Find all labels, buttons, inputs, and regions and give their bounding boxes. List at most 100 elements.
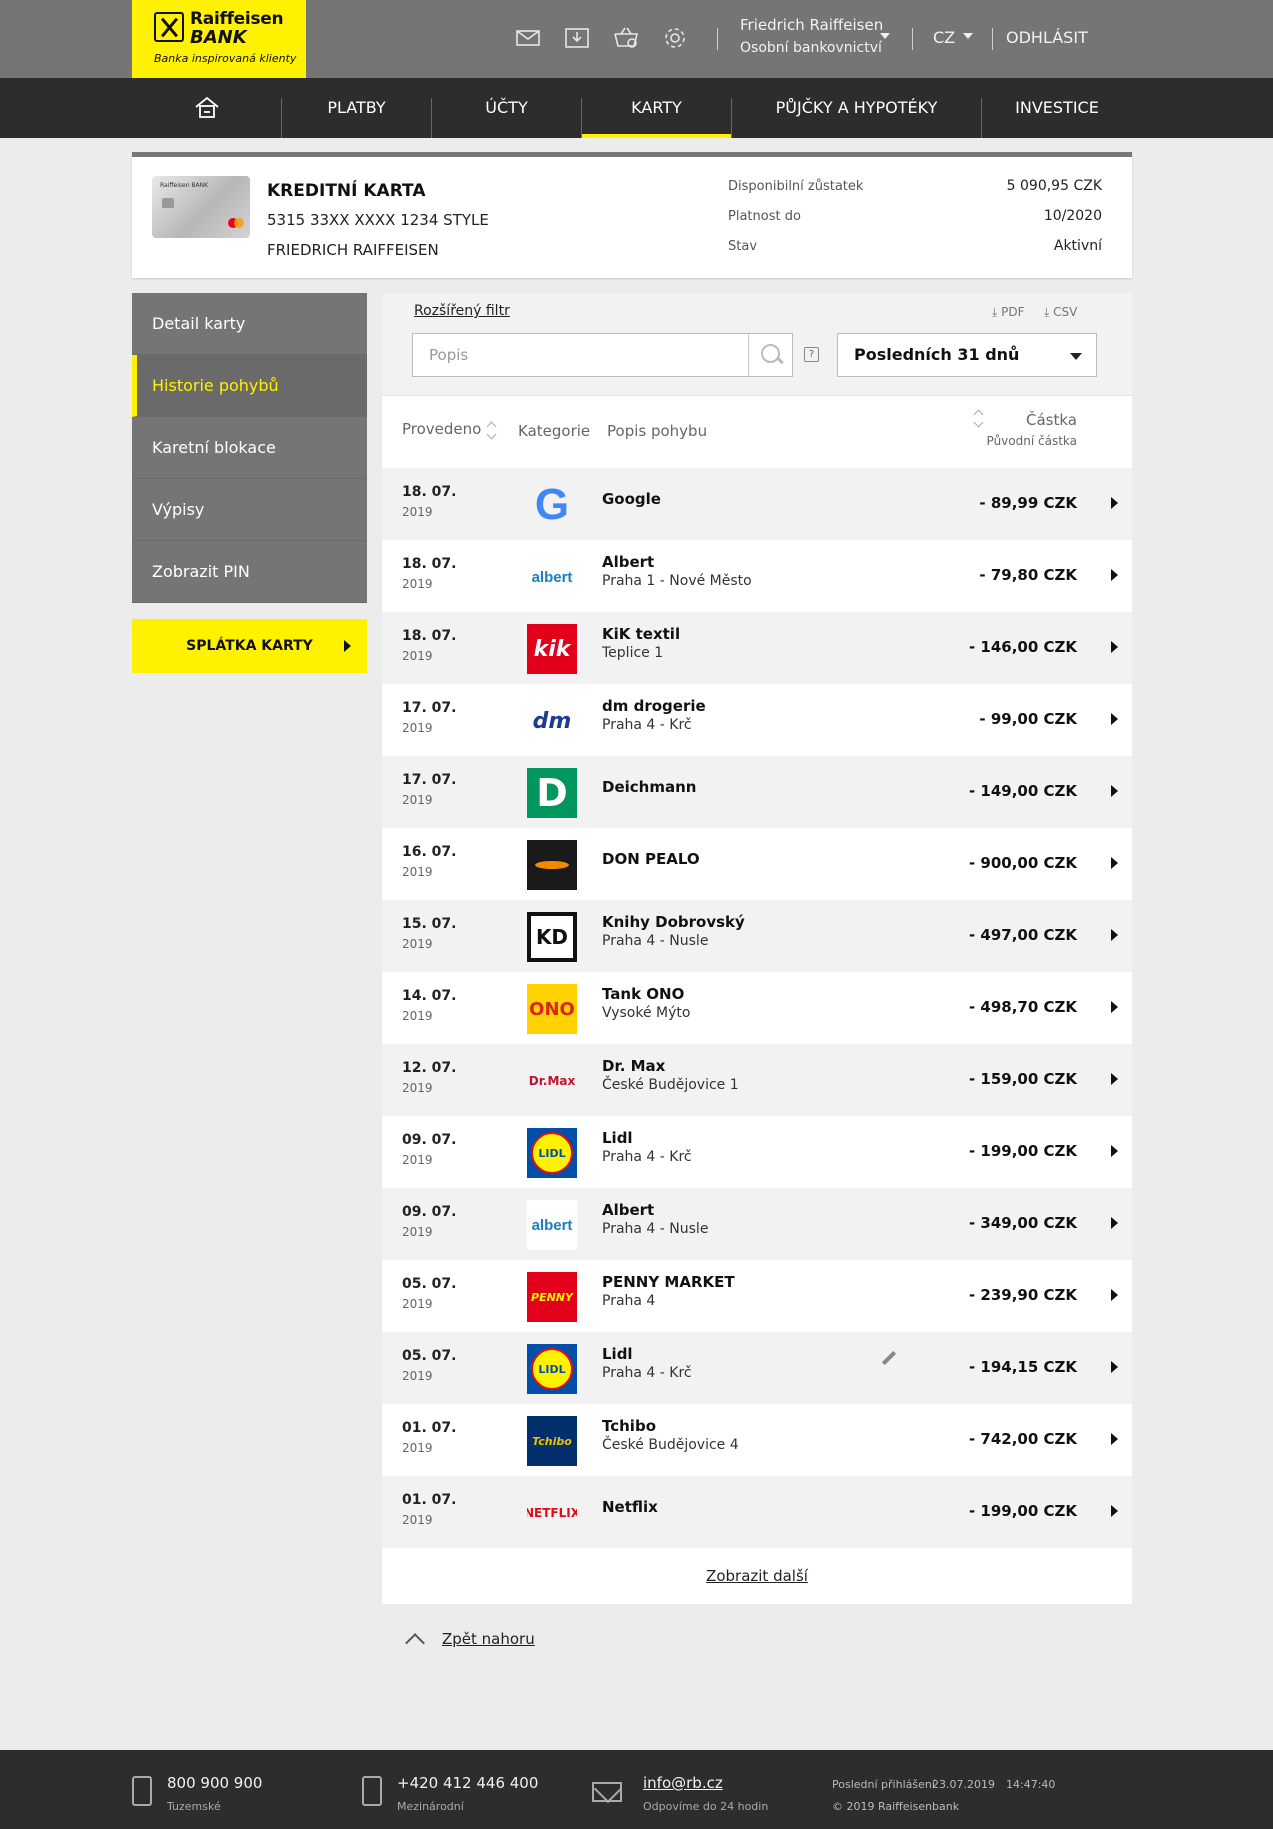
nav-karty[interactable]: KARTY bbox=[582, 78, 731, 138]
logout-button[interactable]: ODHLÁSIT bbox=[1006, 28, 1088, 47]
nav-investice[interactable]: INVESTICE bbox=[982, 78, 1132, 138]
transaction-year: 2019 bbox=[402, 577, 433, 591]
chevron-down-icon bbox=[1070, 353, 1082, 360]
table-row[interactable]: 09. 07. 2019 albert Albert Praha 4 - Nusle - … bbox=[382, 1188, 1132, 1260]
phone-international-label: Mezinárodní bbox=[397, 1800, 464, 1813]
arrow-right-icon[interactable] bbox=[1111, 857, 1118, 869]
lidl-logo-icon: LIDL bbox=[527, 1128, 577, 1178]
user-name[interactable]: Friedrich Raiffeisen bbox=[740, 16, 883, 34]
settings-icon[interactable] bbox=[662, 26, 688, 50]
card-number: 5315 33XX XXXX 1234 STYLE bbox=[267, 211, 489, 229]
card-image: Raiffeisen BANK bbox=[152, 176, 250, 238]
table-row[interactable]: 01. 07. 2019 NETFLIX Netflix - 199,00 CZK bbox=[382, 1476, 1132, 1548]
table-row[interactable]: 18. 07. 2019 G Google - 89,99 CZK bbox=[382, 468, 1132, 540]
basket-icon[interactable] bbox=[613, 26, 639, 50]
drmax-logo-icon: Dr.Max bbox=[527, 1056, 577, 1106]
arrow-right-icon[interactable] bbox=[1111, 1433, 1118, 1445]
merchant-place: Praha 4 - Krč bbox=[602, 1365, 692, 1381]
merchant-name: Lidl bbox=[602, 1345, 633, 1363]
arrow-right-icon[interactable] bbox=[1111, 1289, 1118, 1301]
export-pdf-button[interactable]: ⤓ PDF bbox=[992, 305, 1025, 320]
merchant-place: České Budějovice 1 bbox=[602, 1077, 739, 1093]
last-login-date: 23.07.2019 bbox=[932, 1778, 995, 1791]
ono-logo-icon: ONO bbox=[527, 984, 577, 1034]
show-more-link[interactable]: Zobrazit další bbox=[382, 1548, 1132, 1604]
sidebar-item-detail[interactable]: Detail karty bbox=[132, 293, 367, 355]
table-row[interactable]: 16. 07. 2019 DON PEALO - 900,00 CZK bbox=[382, 828, 1132, 900]
transaction-year: 2019 bbox=[402, 865, 433, 879]
sidebar-item-history[interactable]: Historie pohybů bbox=[132, 355, 367, 417]
table-row[interactable]: 12. 07. 2019 Dr.Max Dr. Max České Budějovice… bbox=[382, 1044, 1132, 1116]
nav-pujcky[interactable]: PŮJČKY A HYPOTÉKY bbox=[732, 78, 981, 138]
download-icon[interactable] bbox=[564, 26, 590, 50]
header-amount[interactable]: Částka bbox=[1026, 411, 1077, 429]
table-row[interactable]: 15. 07. 2019 KD Knihy Dobrovský Praha 4 - Nu… bbox=[382, 900, 1132, 972]
arrow-right-icon[interactable] bbox=[1111, 785, 1118, 797]
nav-home[interactable] bbox=[132, 78, 282, 138]
sidebar-item-statements[interactable]: Výpisy bbox=[132, 479, 367, 541]
transaction-date: 18. 07. bbox=[402, 484, 457, 500]
table-row[interactable]: 09. 07. 2019 LIDL Lidl Praha 4 - Krč - 199,00… bbox=[382, 1116, 1132, 1188]
search-icon[interactable] bbox=[748, 334, 792, 376]
sort-icon[interactable] bbox=[488, 420, 496, 440]
footer: 800 900 900 Tuzemské +420 412 446 400 Me… bbox=[0, 1750, 1273, 1829]
table-row[interactable]: 18. 07. 2019 albert Albert Praha 1 - Nové Mě… bbox=[382, 540, 1132, 612]
header-divider bbox=[992, 28, 993, 50]
arrow-right-icon[interactable] bbox=[1111, 1001, 1118, 1013]
advanced-filter-link[interactable]: Rozšířený filtr bbox=[414, 303, 510, 319]
arrow-right-icon[interactable] bbox=[1111, 1073, 1118, 1085]
sort-icon[interactable] bbox=[975, 408, 983, 428]
table-row[interactable]: 05. 07. 2019 LIDL Lidl Praha 4 - Krč - 194,15… bbox=[382, 1332, 1132, 1404]
merchant-name: Google bbox=[602, 490, 661, 508]
nav-ucty[interactable]: ÚČTY bbox=[432, 78, 581, 138]
transaction-year: 2019 bbox=[402, 721, 433, 735]
merchant-place: Vysoké Mýto bbox=[602, 1005, 691, 1021]
merchant-logo-text: albert bbox=[531, 568, 573, 586]
table-row[interactable]: 01. 07. 2019 Tchibo Tchibo České Budějovice … bbox=[382, 1404, 1132, 1476]
merchant-place: Teplice 1 bbox=[602, 645, 664, 661]
sidebar-item-pin[interactable]: Zobrazit PIN bbox=[132, 541, 367, 603]
arrow-right-icon[interactable] bbox=[1111, 569, 1118, 581]
arrow-right-icon[interactable] bbox=[1111, 1361, 1118, 1373]
user-menu-chevron-down-icon[interactable] bbox=[880, 33, 890, 39]
language-chevron-down-icon[interactable] bbox=[963, 33, 973, 39]
arrow-right-icon[interactable] bbox=[1111, 497, 1118, 509]
arrow-right-icon[interactable] bbox=[1111, 641, 1118, 653]
merchant-place: Praha 4 - Krč bbox=[602, 1149, 692, 1165]
card-image-brand: Raiffeisen BANK bbox=[160, 182, 209, 189]
table-row[interactable]: 14. 07. 2019 ONO Tank ONO Vysoké Mýto - 498,7… bbox=[382, 972, 1132, 1044]
header-date[interactable]: Provedeno bbox=[402, 420, 481, 438]
transaction-amount: - 159,00 CZK bbox=[968, 1070, 1077, 1088]
search-placeholder: Popis bbox=[429, 346, 469, 364]
help-icon[interactable]: ? bbox=[804, 347, 819, 362]
language-selector[interactable]: CZ bbox=[933, 28, 955, 47]
card-repayment-button[interactable]: SPLÁTKA KARTY bbox=[132, 619, 367, 673]
transaction-date: 15. 07. bbox=[402, 916, 457, 932]
pencil-icon[interactable] bbox=[881, 1350, 897, 1366]
table-row[interactable]: 05. 07. 2019 PENNY PENNY MARKET Praha 4 - 239… bbox=[382, 1260, 1132, 1332]
search-input[interactable]: Popis bbox=[412, 333, 793, 377]
export-csv-button[interactable]: ⤓ CSV bbox=[1044, 305, 1077, 320]
nav-platby[interactable]: PLATBY bbox=[282, 78, 431, 138]
email-link[interactable]: info@rb.cz bbox=[643, 1774, 723, 1792]
user-segment[interactable]: Osobní bankovnictví bbox=[740, 40, 882, 56]
sidebar-item-blocks[interactable]: Karetní blokace bbox=[132, 417, 367, 479]
period-select[interactable]: Posledních 31 dnů bbox=[837, 333, 1097, 377]
header-divider bbox=[912, 28, 913, 50]
card-sidebar: Detail karty Historie pohybů Karetní blo… bbox=[132, 293, 367, 603]
table-row[interactable]: 18. 07. 2019 kik KiK textil Teplice 1 - 146,0… bbox=[382, 612, 1132, 684]
arrow-right-icon[interactable] bbox=[1111, 1145, 1118, 1157]
arrow-right-icon[interactable] bbox=[1111, 929, 1118, 941]
raiffeisen-logo[interactable]: Raiffeisen BANK Banka inspirovaná klient… bbox=[132, 0, 306, 78]
arrow-right-icon[interactable] bbox=[1111, 1505, 1118, 1517]
phone-domestic[interactable]: 800 900 900 bbox=[167, 1774, 262, 1792]
arrow-right-icon[interactable] bbox=[1111, 1217, 1118, 1229]
mail-icon[interactable] bbox=[515, 26, 541, 50]
phone-international[interactable]: +420 412 446 400 bbox=[397, 1774, 538, 1792]
table-row[interactable]: 17. 07. 2019 dm dm drogerie Praha 4 - Krč - 9… bbox=[382, 684, 1132, 756]
merchant-logo-text: LIDL bbox=[538, 1362, 566, 1376]
status-label: Stav bbox=[728, 239, 758, 254]
arrow-right-icon[interactable] bbox=[1111, 713, 1118, 725]
merchant-name: Tchibo bbox=[602, 1417, 656, 1435]
table-row[interactable]: 17. 07. 2019 D Deichmann - 149,00 CZK bbox=[382, 756, 1132, 828]
